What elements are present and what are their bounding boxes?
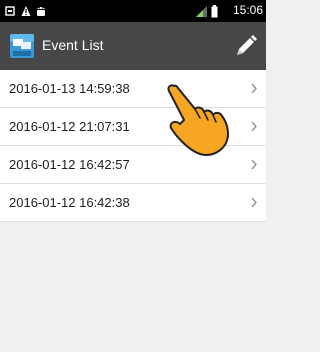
list-item[interactable]: 2016-01-12 16:42:38 <box>0 184 266 222</box>
status-bar: 15:06 <box>0 0 266 22</box>
empty-area <box>0 222 266 352</box>
chevron-right-icon <box>251 159 257 170</box>
signal-icon <box>196 6 207 17</box>
app-bar: Event List <box>0 22 266 70</box>
battery-icon <box>211 5 218 18</box>
android-icon <box>37 7 45 16</box>
pencil-icon[interactable] <box>234 34 258 58</box>
chevron-right-icon <box>251 197 257 208</box>
status-time: 15:06 <box>232 3 263 17</box>
screenshot-icon <box>5 6 15 16</box>
event-label: 2016-01-12 16:42:38 <box>9 195 130 210</box>
chevron-right-icon <box>251 121 257 132</box>
event-label: 2016-01-12 21:07:31 <box>9 119 130 134</box>
tap-hand-icon <box>167 84 229 156</box>
event-label: 2016-01-13 14:59:38 <box>9 81 130 96</box>
event-label: 2016-01-12 16:42:57 <box>9 157 130 172</box>
warning-icon <box>21 6 31 16</box>
app-logo-icon[interactable] <box>9 33 35 59</box>
chevron-right-icon <box>251 83 257 94</box>
page-title: Event List <box>42 37 104 53</box>
